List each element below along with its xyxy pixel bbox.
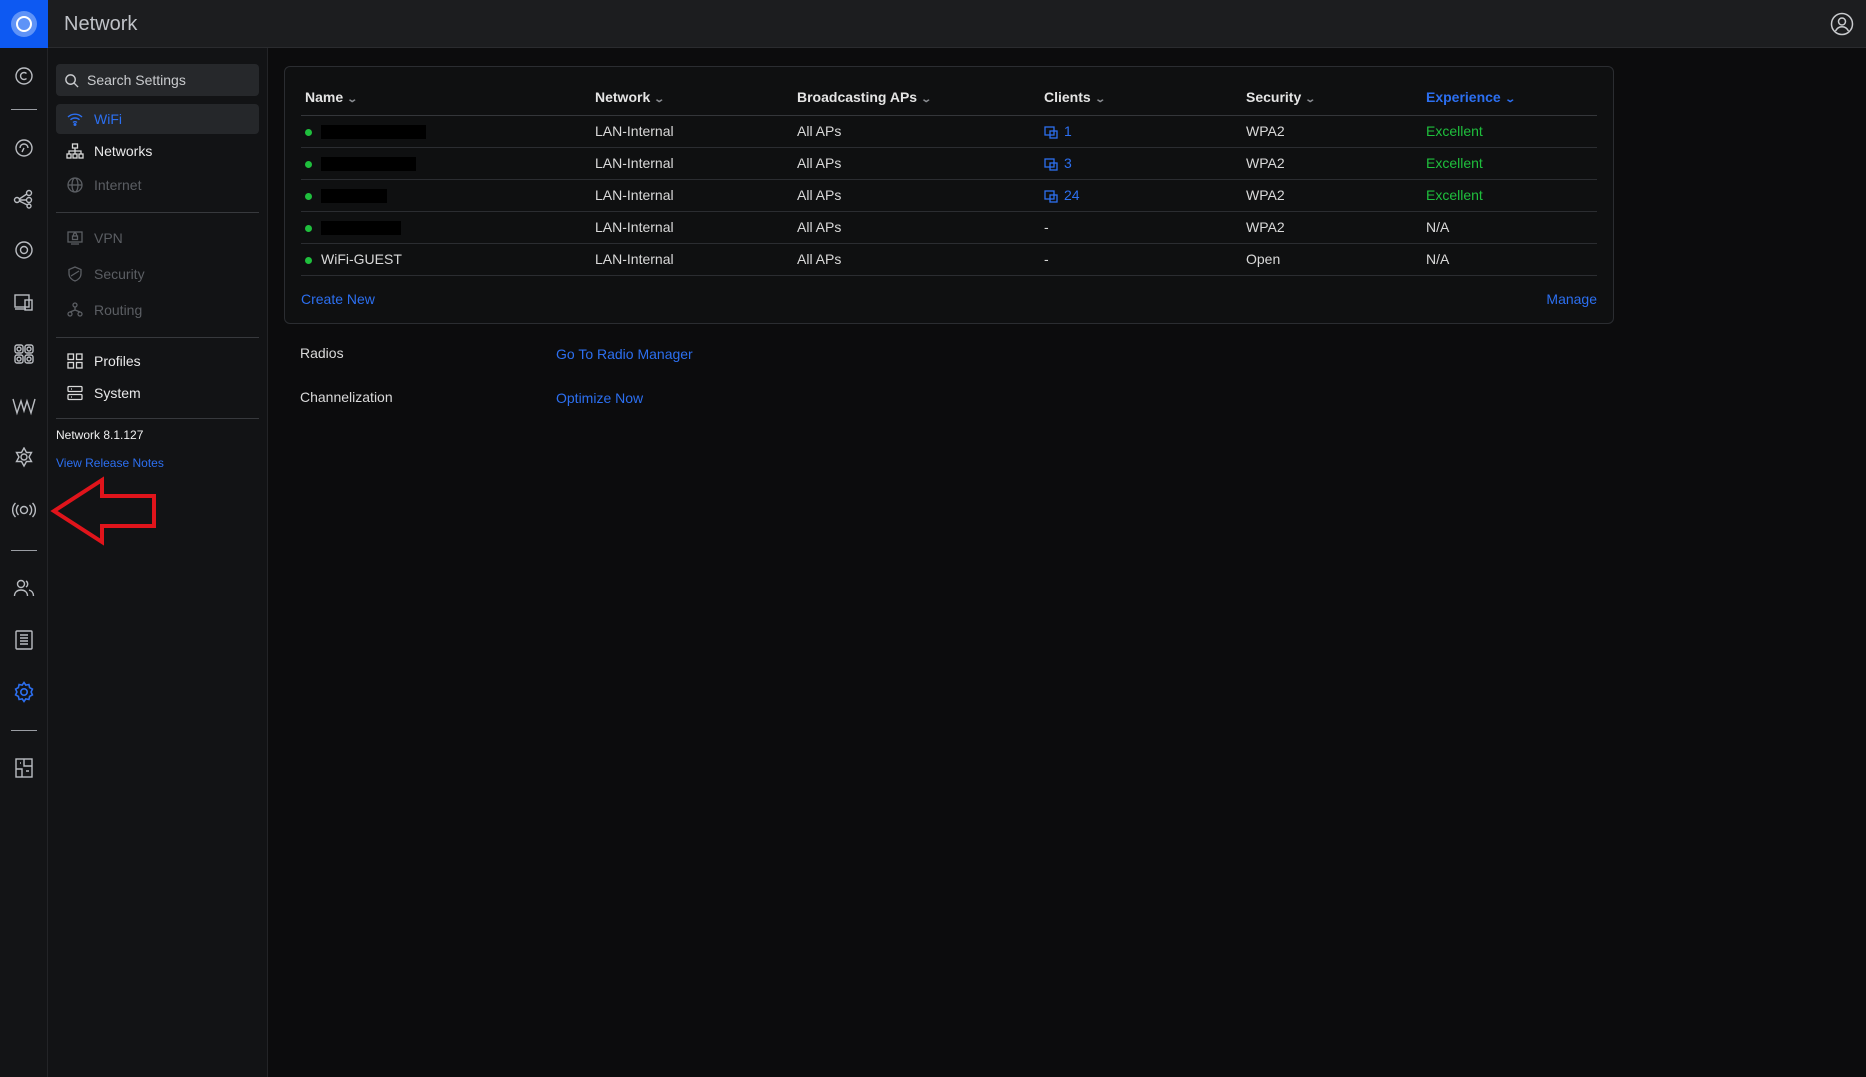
sidebar-item-label: Security xyxy=(94,266,145,282)
clients-link[interactable]: 3 xyxy=(1040,147,1242,180)
shield-icon xyxy=(66,265,84,283)
redacted-ssid xyxy=(321,125,426,140)
unifi-devices-icon[interactable] xyxy=(10,236,38,264)
sidebar-item-label: Profiles xyxy=(94,353,141,369)
manage-link[interactable]: Manage xyxy=(1546,291,1597,307)
column-header-name[interactable]: Name ⌄ xyxy=(301,79,591,116)
radios-label: Radios xyxy=(300,345,344,361)
clients-device-icon xyxy=(1044,158,1058,171)
profiles-icon xyxy=(66,352,84,370)
app-title: Network xyxy=(64,13,138,35)
sidebar-item-label: System xyxy=(94,385,141,401)
column-header-broadcasting-aps[interactable]: Broadcasting APs ⌄ xyxy=(793,79,1040,116)
sidebar-item-label: Internet xyxy=(94,177,142,193)
column-header-security[interactable]: Security ⌄ xyxy=(1242,79,1422,116)
table-row[interactable]: WiFi-GUEST LAN-Internal All APs - Open N… xyxy=(301,243,1597,276)
clients-device-icon xyxy=(1044,190,1058,203)
table-row[interactable]: LAN-Internal All APs - WPA2 N/A xyxy=(301,211,1597,244)
sidebar-item-security[interactable]: Security xyxy=(56,259,259,289)
table-row[interactable]: LAN-Internal All APs 1 WPA2 Excellent xyxy=(301,115,1597,148)
vpn-icon xyxy=(66,229,84,247)
sidebar-item-internet[interactable]: Internet xyxy=(56,170,259,200)
users-icon[interactable] xyxy=(10,574,38,602)
ubiquiti-logo-icon[interactable] xyxy=(0,0,48,48)
status-dot-icon xyxy=(305,160,312,168)
routing-icon xyxy=(66,301,84,319)
clients-device-icon xyxy=(1044,126,1058,139)
clients-link[interactable]: 1 xyxy=(1040,115,1242,148)
sidebar-item-wifi[interactable]: WiFi xyxy=(56,104,259,134)
globe-icon xyxy=(66,176,84,194)
search-settings-input[interactable] xyxy=(87,72,247,88)
ports-icon[interactable] xyxy=(10,340,38,368)
top-bar: Network xyxy=(0,0,1866,48)
create-new-link[interactable]: Create New xyxy=(301,291,375,307)
integrations-icon[interactable] xyxy=(10,444,38,472)
innerspace-floorplan-icon[interactable] xyxy=(10,754,38,782)
chevron-down-icon: ⌄ xyxy=(1094,93,1106,105)
status-dot-icon xyxy=(305,192,312,200)
chevron-down-icon: ⌄ xyxy=(920,93,933,105)
app-version: Network 8.1.127 xyxy=(56,428,144,442)
sidebar-item-networks[interactable]: Networks xyxy=(56,136,259,166)
wifi-icon xyxy=(66,110,84,128)
settings-gear-icon[interactable] xyxy=(10,678,38,706)
logs-icon[interactable] xyxy=(10,626,38,654)
channelization-label: Channelization xyxy=(300,389,393,405)
red-annotation-arrow-icon xyxy=(50,476,156,546)
settings-sidebar: WiFi Networks Internet VPN Security Rout… xyxy=(48,48,268,1077)
table-header-row: Name ⌄ Network ⌄ Broadcasting APs ⌄ Clients… xyxy=(301,79,1597,116)
sidebar-item-label: Networks xyxy=(94,143,153,159)
status-dot-icon xyxy=(305,256,312,264)
search-icon xyxy=(65,73,79,88)
client-devices-icon[interactable] xyxy=(10,288,38,316)
insights-icon[interactable] xyxy=(10,392,38,420)
dashboard-icon[interactable] xyxy=(10,62,38,90)
wifi-networks-card: Name ⌄ Network ⌄ Broadcasting APs ⌄ Clients… xyxy=(284,66,1614,324)
table-row[interactable]: LAN-Internal All APs 24 WPA2 Excellent xyxy=(301,179,1597,212)
table-row[interactable]: LAN-Internal All APs 3 WPA2 Excellent xyxy=(301,147,1597,180)
ssid-name: WiFi-GUEST xyxy=(321,251,402,267)
chevron-down-icon: ⌄ xyxy=(653,93,666,105)
optimize-now-link[interactable]: Optimize Now xyxy=(556,390,643,406)
chevron-down-icon: ⌄ xyxy=(1304,93,1317,105)
sidebar-item-routing[interactable]: Routing xyxy=(56,295,259,325)
redacted-ssid xyxy=(321,157,416,172)
radio-signal-icon[interactable] xyxy=(10,496,38,524)
system-icon xyxy=(66,384,84,402)
chevron-down-icon: ⌄ xyxy=(346,93,359,105)
sidebar-item-label: Routing xyxy=(94,302,143,318)
column-header-experience[interactable]: Experience ⌄ xyxy=(1422,79,1597,116)
sidebar-item-profiles[interactable]: Profiles xyxy=(56,346,259,376)
network-tree-icon xyxy=(66,142,84,160)
view-release-notes-link[interactable]: View Release Notes xyxy=(56,456,164,470)
user-account-icon[interactable] xyxy=(1830,12,1854,36)
column-header-clients[interactable]: Clients ⌄ xyxy=(1040,79,1242,116)
dashboard-gauge-icon[interactable] xyxy=(10,134,38,162)
wifi-table: Name ⌄ Network ⌄ Broadcasting APs ⌄ Clients… xyxy=(301,79,1597,276)
app-rail xyxy=(0,48,48,1077)
sidebar-item-vpn[interactable]: VPN xyxy=(56,223,259,253)
sidebar-item-label: VPN xyxy=(94,230,123,246)
status-dot-icon xyxy=(305,128,312,136)
status-dot-icon xyxy=(305,224,312,232)
redacted-ssid xyxy=(321,221,401,236)
clients-link[interactable]: 24 xyxy=(1040,179,1242,212)
redacted-ssid xyxy=(321,189,387,204)
column-header-network[interactable]: Network ⌄ xyxy=(591,79,793,116)
sidebar-item-label: WiFi xyxy=(94,111,122,127)
chevron-down-icon: ⌄ xyxy=(1504,93,1516,105)
go-to-radio-manager-link[interactable]: Go To Radio Manager xyxy=(556,346,693,362)
sidebar-item-system[interactable]: System xyxy=(56,378,259,408)
search-settings-box[interactable] xyxy=(56,64,259,96)
topology-icon[interactable] xyxy=(10,185,38,213)
